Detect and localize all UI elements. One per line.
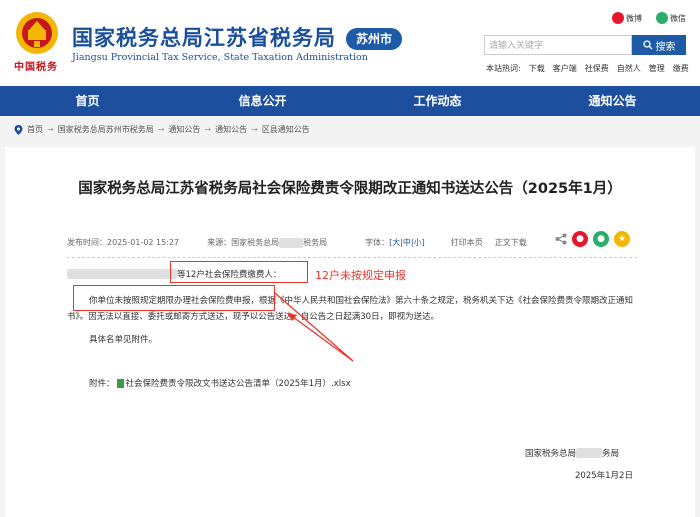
- article-meta: 发布时间： 2025-01-02 15:27 来源： 国家税务总局 税务局 字体…: [67, 237, 527, 248]
- nav-info-disclosure[interactable]: 信息公开: [175, 86, 350, 116]
- annotation-arrows: [274, 292, 354, 362]
- wechat-icon: [656, 12, 668, 24]
- attachment-row: 附件： 社会保险费责令限改文书送达公告清单（2025年1月）.xlsx: [89, 377, 351, 389]
- nav-work-news[interactable]: 工作动态: [350, 86, 525, 116]
- wechat-label: 微信: [670, 13, 686, 23]
- breadcrumb-item[interactable]: 通知公告: [215, 124, 247, 135]
- article-panel: 国家税务总局江苏省税务局社会保险费责令限期改正通知书送达公告（2025年1月） …: [5, 147, 695, 517]
- hot-word[interactable]: 社保费: [585, 63, 609, 74]
- annotation-label: 12户未按规定申报: [315, 269, 406, 282]
- search-icon: [642, 40, 652, 50]
- excel-file-icon: [116, 378, 124, 388]
- hot-word[interactable]: 下载: [529, 63, 545, 74]
- redacted-text: [67, 269, 177, 279]
- weibo-link[interactable]: 微博: [612, 12, 642, 24]
- redacted-text: [279, 237, 304, 248]
- font-large-button[interactable]: 大: [392, 237, 400, 248]
- hot-word[interactable]: 缴费: [673, 63, 689, 74]
- hot-words-label: 本站热词:: [486, 64, 521, 73]
- share-icon[interactable]: [555, 233, 567, 245]
- attachment-link[interactable]: 社会保险费责令限改文书送达公告清单（2025年1月）.xlsx: [126, 377, 351, 389]
- download-button[interactable]: 正文下载: [495, 237, 527, 248]
- tax-emblem-icon: [16, 12, 58, 54]
- signature: 国家税务总局 务局: [525, 447, 619, 459]
- source-value: 国家税务总局: [231, 238, 280, 247]
- print-button[interactable]: 打印本页: [451, 237, 483, 248]
- weibo-share-icon[interactable]: ●: [572, 231, 588, 247]
- breadcrumb-item[interactable]: 通知公告: [168, 124, 200, 135]
- source-tail: 税务局: [303, 238, 328, 247]
- share-buttons: ● ● ★: [555, 231, 630, 247]
- site-title[interactable]: 国家税务总局江苏省税务局: [72, 22, 336, 52]
- signature-head: 国家税务总局: [525, 449, 577, 459]
- site-subtitle-en: Jiangsu Provincial Tax Service, State Ta…: [72, 52, 368, 63]
- signature-date: 2025年1月2日: [575, 471, 633, 481]
- signature-tail: 务局: [602, 449, 620, 459]
- highlight-box-undeclared: [73, 285, 275, 311]
- breadcrumb-item[interactable]: 国家税务总局苏州市税务局: [58, 124, 154, 135]
- search-input[interactable]: 请输入关键字: [484, 35, 632, 55]
- hot-words: 本站热词: 下载 客户端 社保费 自然人 管理 缴费: [486, 63, 689, 74]
- social-links: 微博 微信: [612, 12, 686, 24]
- search-button-label: 搜索: [655, 41, 676, 53]
- breadcrumb-item[interactable]: 区县通知公告: [262, 124, 310, 135]
- breadcrumb: 首页 → 国家税务总局苏州市税务局 → 通知公告 → 通知公告 → 区县通知公告: [14, 124, 310, 135]
- breadcrumb-item[interactable]: 首页: [27, 124, 43, 135]
- highlight-box-taxpayers: [170, 261, 308, 283]
- font-small-button[interactable]: 小: [414, 237, 422, 248]
- site-header: 中国税务 国家税务总局江苏省税务局 苏州市 Jiangsu Provincial…: [0, 0, 700, 86]
- search-button[interactable]: 搜索: [632, 35, 686, 55]
- wechat-link[interactable]: 微信: [656, 12, 686, 24]
- redacted-text: [576, 448, 603, 458]
- weibo-label: 微博: [626, 13, 642, 23]
- font-size-label: 字体：: [365, 238, 390, 247]
- attachment-label: 附件：: [89, 379, 115, 389]
- source-label: 来源：: [207, 238, 232, 247]
- wechat-share-icon[interactable]: ●: [593, 231, 609, 247]
- hot-word[interactable]: 管理: [649, 63, 665, 74]
- logo-caption: 中国税务: [14, 62, 58, 73]
- city-badge[interactable]: 苏州市: [346, 28, 402, 50]
- nav-home[interactable]: 首页: [0, 86, 175, 116]
- hot-word[interactable]: 客户端: [553, 63, 577, 74]
- weibo-icon: [612, 12, 624, 24]
- location-pin-icon: [14, 124, 23, 135]
- main-nav: 首页 信息公开 工作动态 通知公告: [0, 86, 700, 116]
- publish-label: 发布时间：: [67, 238, 107, 247]
- hot-word[interactable]: 自然人: [617, 63, 641, 74]
- nav-notices[interactable]: 通知公告: [525, 86, 700, 116]
- favorite-star-icon[interactable]: ★: [614, 231, 630, 247]
- article-title: 国家税务总局江苏省税务局社会保险费责令限期改正通知书送达公告（2025年1月）: [78, 181, 622, 197]
- meta-divider: [67, 257, 637, 258]
- list-note: 具体名单见附件。: [89, 335, 158, 345]
- publish-time: 2025-01-02 15:27: [107, 238, 180, 247]
- font-medium-button[interactable]: 中: [403, 237, 411, 248]
